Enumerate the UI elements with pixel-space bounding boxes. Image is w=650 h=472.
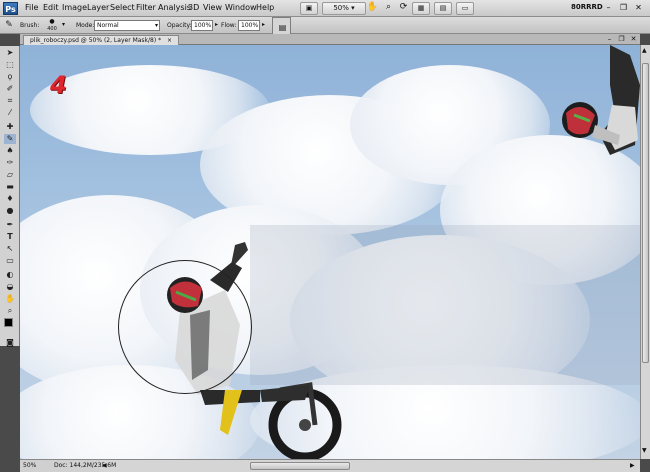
rider-top-right <box>562 45 640 155</box>
gradient-tool-icon[interactable]: ▬ <box>4 182 16 192</box>
zoom-tool-icon-toolbox[interactable]: ⌕ <box>4 306 16 316</box>
opacity-input[interactable]: 100% <box>191 20 213 31</box>
brush-label: Brush: <box>20 22 40 29</box>
path-selection-tool-icon[interactable]: ↖ <box>4 244 16 254</box>
flow-input[interactable]: 100% <box>238 20 260 31</box>
menu-bar: Ps File Edit Image Layer Select Filter A… <box>0 0 650 17</box>
status-bar: 50% Doc: 144,2M/235,6M <box>20 459 116 472</box>
brush-tool-icon[interactable]: ✎ <box>3 20 15 30</box>
toolbox: ➤ ⬚ ϙ ✐ ⌗ ⁄ ✚ ✎ ♠ ✑ ▱ ▬ ♦ ● ✒ T ↖ ▭ ◐ ◒ … <box>0 46 20 348</box>
zoom-level-value: 50% <box>333 4 349 12</box>
document-tab[interactable]: plik_roboczy.psd @ 50% (2, Layer Mask/8)… <box>23 35 180 45</box>
zoom-level-dropdown[interactable]: 50% ▾ <box>322 2 366 15</box>
vertical-scroll-thumb[interactable] <box>642 63 649 363</box>
vertical-scrollbar[interactable]: ▲ ▼ <box>640 45 650 459</box>
brush-preset-picker[interactable]: ● 400 <box>45 18 59 32</box>
healing-brush-tool-icon[interactable]: ✚ <box>4 122 16 132</box>
marquee-tool-icon[interactable]: ⬚ <box>4 60 16 70</box>
menu-3d[interactable]: 3D <box>188 3 199 12</box>
restore-icon[interactable]: ❐ <box>617 3 630 14</box>
menu-select[interactable]: Select <box>110 3 135 12</box>
foreground-color-swatch[interactable] <box>4 318 13 327</box>
brush-cursor <box>118 260 252 394</box>
grid-icon[interactable]: ▦ <box>412 2 430 15</box>
minimize-icon[interactable]: – <box>602 3 615 14</box>
menu-layer[interactable]: Layer <box>87 3 109 12</box>
document-size-info: Doc: 144,2M/235,6M <box>54 462 117 469</box>
eraser-tool-icon[interactable]: ▱ <box>4 170 16 180</box>
menu-window[interactable]: Window <box>225 3 257 12</box>
doc-minimize-icon[interactable]: – <box>605 35 614 44</box>
horizontal-scrollbar[interactable]: ◀ ▶ <box>100 459 640 472</box>
shape-tool-icon[interactable]: ▭ <box>4 256 16 266</box>
menu-image[interactable]: Image <box>62 3 87 12</box>
doc-restore-icon[interactable]: ❐ <box>617 35 626 44</box>
opacity-slider-icon[interactable]: ▸ <box>215 21 218 28</box>
panel-icon-history[interactable]: ▤ <box>277 23 288 33</box>
3d-orbit-tool-icon[interactable]: ◒ <box>4 282 16 292</box>
photoshop-logo: Ps <box>3 2 18 15</box>
document-tab-bar: plik_roboczy.psd @ 50% (2, Layer Mask/8)… <box>20 34 640 45</box>
scroll-down-icon[interactable]: ▼ <box>642 447 647 454</box>
opacity-label: Opacity: <box>167 22 192 29</box>
mode-select[interactable]: Normal ▾ <box>94 20 160 31</box>
status-zoom[interactable]: 50% <box>23 462 36 469</box>
zoom-tool-icon[interactable]: ⌕ <box>382 2 395 15</box>
tab-close-icon[interactable]: × <box>167 37 172 44</box>
menu-analysis[interactable]: Analysis <box>158 3 191 12</box>
screen-layout-icon[interactable]: ▭ <box>456 2 474 15</box>
flow-label: Flow: <box>221 22 237 29</box>
document-title: plik_roboczy.psd @ 50% (2, Layer Mask/8)… <box>30 37 162 44</box>
dodge-tool-icon[interactable]: ● <box>4 206 16 216</box>
rotate-view-icon[interactable]: ⟳ <box>397 2 410 15</box>
crop-tool-icon[interactable]: ⌗ <box>4 96 16 106</box>
history-brush-tool-icon[interactable]: ✑ <box>4 158 16 168</box>
brush-tool-icon-active[interactable]: ✎ <box>4 134 16 144</box>
3d-rotate-tool-icon[interactable]: ◐ <box>4 270 16 280</box>
flow-slider-icon[interactable]: ▸ <box>262 21 265 28</box>
menu-file[interactable]: File <box>25 3 38 12</box>
menu-edit[interactable]: Edit <box>43 3 59 12</box>
arrange-documents-icon[interactable]: ▤ <box>434 2 452 15</box>
document-canvas[interactable]: 4 <box>20 45 640 459</box>
hand-tool-icon[interactable]: ✋ <box>366 2 379 15</box>
close-icon[interactable]: ✕ <box>632 3 645 14</box>
pen-tool-icon[interactable]: ✒ <box>4 220 16 230</box>
scroll-up-icon[interactable]: ▲ <box>642 47 647 54</box>
quick-mask-icon[interactable]: ◙ <box>4 338 16 348</box>
hand-tool-icon-toolbox[interactable]: ✋ <box>4 294 16 304</box>
menu-help[interactable]: Help <box>256 3 274 12</box>
scroll-right-icon[interactable]: ▶ <box>630 462 635 469</box>
chevron-down-icon[interactable]: ▾ <box>62 21 65 28</box>
blur-tool-icon[interactable]: ♦ <box>4 194 16 204</box>
mode-label: Mode: <box>76 22 95 29</box>
lasso-tool-icon[interactable]: ϙ <box>4 72 16 82</box>
eyedropper-tool-icon[interactable]: ⁄ <box>4 108 16 118</box>
workspace-name[interactable]: 80RRRD <box>571 3 603 11</box>
doc-close-icon[interactable]: ✕ <box>629 35 638 44</box>
step-number-label: 4 <box>50 71 67 99</box>
brush-size-value: 400 <box>47 26 57 32</box>
horizontal-scroll-thumb[interactable] <box>250 462 350 470</box>
menu-view[interactable]: View <box>203 3 222 12</box>
screen-mode-icon[interactable]: ▣ <box>300 2 318 15</box>
quick-selection-tool-icon[interactable]: ✐ <box>4 84 16 94</box>
menu-filter[interactable]: Filter <box>136 3 156 12</box>
type-tool-icon[interactable]: T <box>4 232 16 242</box>
mode-chevron-icon: ▾ <box>154 22 158 29</box>
move-tool-icon[interactable]: ➤ <box>4 48 16 58</box>
clone-stamp-tool-icon[interactable]: ♠ <box>4 146 16 156</box>
options-bar: ✎ Brush: ● 400 ▾ Mode: Normal ▾ Opacity: 1… <box>0 17 650 34</box>
mode-value: Normal <box>97 22 119 29</box>
